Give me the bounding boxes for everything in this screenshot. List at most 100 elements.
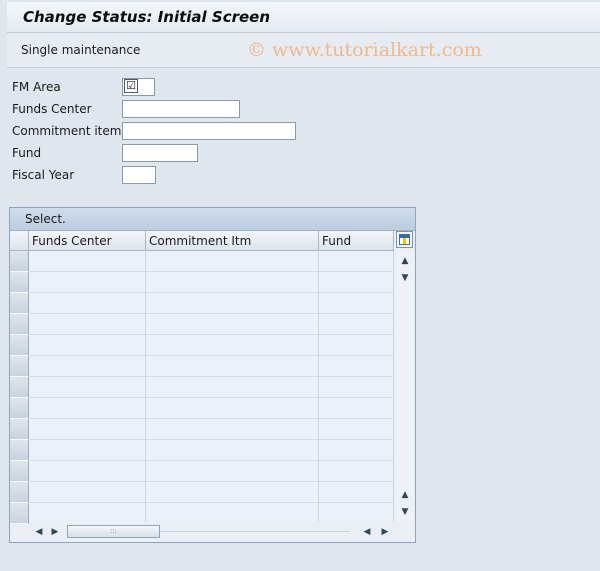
table-row[interactable] [10, 251, 394, 272]
scroll-track [160, 531, 350, 532]
column-header-funds-center[interactable]: Funds Center [29, 231, 146, 251]
table-cell[interactable] [319, 377, 394, 398]
table-cell[interactable] [146, 314, 319, 335]
selection-table: Select. Funds Center Commitment Itm Fund… [9, 207, 416, 543]
funds-center-label: Funds Center [12, 102, 92, 116]
table-cell[interactable] [319, 419, 394, 440]
table-cell[interactable] [146, 503, 319, 524]
table-cell[interactable] [319, 461, 394, 482]
column-header-commitment-item[interactable]: Commitment Itm [146, 231, 319, 251]
table-cell[interactable] [29, 293, 146, 314]
row-selector[interactable] [10, 419, 29, 440]
table-cell[interactable] [319, 482, 394, 503]
row-selector[interactable] [10, 377, 29, 398]
row-selector[interactable] [10, 440, 29, 461]
fiscal-year-label: Fiscal Year [12, 168, 75, 182]
commitment-item-input[interactable] [122, 122, 296, 140]
table-cell[interactable] [319, 398, 394, 419]
table-row[interactable] [10, 503, 394, 524]
fund-label: Fund [12, 146, 42, 160]
row-selector[interactable] [10, 335, 29, 356]
table-cell[interactable] [319, 335, 394, 356]
title-bar: Change Status: Initial Screen [7, 2, 600, 33]
table-row[interactable] [10, 272, 394, 293]
vertical-scrollbar[interactable]: ▲ ▼ ▲ ▼ [396, 251, 414, 521]
table-row[interactable] [10, 356, 394, 377]
table-row[interactable] [10, 335, 394, 356]
row-selector[interactable] [10, 272, 29, 293]
scroll-left-end-icon[interactable]: ◀ [360, 524, 374, 540]
table-cell[interactable] [146, 356, 319, 377]
table-cell[interactable] [319, 272, 394, 293]
table-cell[interactable] [146, 461, 319, 482]
table-row[interactable] [10, 440, 394, 461]
select-all-button[interactable] [10, 231, 29, 251]
row-selector[interactable] [10, 356, 29, 377]
fm-area-label: FM Area [12, 80, 61, 94]
table-cell[interactable] [319, 314, 394, 335]
table-row[interactable] [10, 293, 394, 314]
table-cell[interactable] [29, 335, 146, 356]
row-selector[interactable] [10, 314, 29, 335]
funds-center-input[interactable] [122, 100, 240, 118]
table-cell[interactable] [29, 314, 146, 335]
fund-input[interactable] [122, 144, 198, 162]
table-cell[interactable] [29, 377, 146, 398]
table-cell[interactable] [29, 356, 146, 377]
scroll-right-icon[interactable]: ▶ [48, 524, 62, 540]
table-cell[interactable] [29, 398, 146, 419]
scroll-left-icon[interactable]: ◀ [32, 524, 46, 540]
table-cell[interactable] [29, 251, 146, 272]
table-cell[interactable] [319, 356, 394, 377]
table-cell[interactable] [146, 335, 319, 356]
table-row[interactable] [10, 419, 394, 440]
table-cell[interactable] [319, 503, 394, 524]
table-cell[interactable] [146, 419, 319, 440]
table-cell[interactable] [29, 419, 146, 440]
fiscal-year-input[interactable] [122, 166, 156, 184]
scroll-down-icon[interactable]: ▼ [396, 270, 414, 286]
watermark: © www.tutorialkart.com [247, 39, 482, 61]
page-title: Change Status: Initial Screen [23, 8, 271, 26]
table-cell[interactable] [146, 440, 319, 461]
row-selector[interactable] [10, 251, 29, 272]
scroll-right-end-icon[interactable]: ▶ [378, 524, 392, 540]
table-title: Select. [25, 212, 66, 226]
commitment-item-label: Commitment item [12, 124, 122, 138]
table-cell[interactable] [319, 251, 394, 272]
table-cell[interactable] [29, 272, 146, 293]
row-selector[interactable] [10, 482, 29, 503]
table-cell[interactable] [146, 377, 319, 398]
table-cell[interactable] [29, 503, 146, 524]
table-settings-icon [399, 234, 410, 245]
table-row[interactable] [10, 461, 394, 482]
table-cell[interactable] [146, 251, 319, 272]
table-cell[interactable] [319, 440, 394, 461]
table-cell[interactable] [146, 272, 319, 293]
single-maintenance-button[interactable]: Single maintenance [21, 43, 140, 57]
table-cell[interactable] [146, 482, 319, 503]
fm-area-checkbox[interactable]: ☑ [124, 79, 138, 93]
table-cell[interactable] [29, 440, 146, 461]
table-cell[interactable] [146, 398, 319, 419]
row-selector[interactable] [10, 293, 29, 314]
table-cell[interactable] [319, 293, 394, 314]
table-row[interactable] [10, 398, 394, 419]
scroll-up-bottom-icon[interactable]: ▲ [396, 487, 414, 503]
table-row[interactable] [10, 377, 394, 398]
table-title-bar: Select. [10, 208, 415, 231]
column-header-fund[interactable]: Fund [319, 231, 394, 251]
row-selector[interactable] [10, 461, 29, 482]
table-settings-button[interactable] [396, 231, 413, 248]
row-selector[interactable] [10, 398, 29, 419]
row-selector[interactable] [10, 503, 29, 524]
table-cell[interactable] [29, 461, 146, 482]
table-cell[interactable] [146, 293, 319, 314]
scroll-down-bottom-icon[interactable]: ▼ [396, 504, 414, 520]
table-row[interactable] [10, 314, 394, 335]
table-cell[interactable] [29, 482, 146, 503]
scroll-thumb[interactable]: ::: [67, 525, 160, 538]
horizontal-scrollbar[interactable]: ◀ ▶ ::: ◀ ▶ [29, 522, 396, 542]
table-row[interactable] [10, 482, 394, 503]
scroll-up-icon[interactable]: ▲ [396, 253, 414, 269]
